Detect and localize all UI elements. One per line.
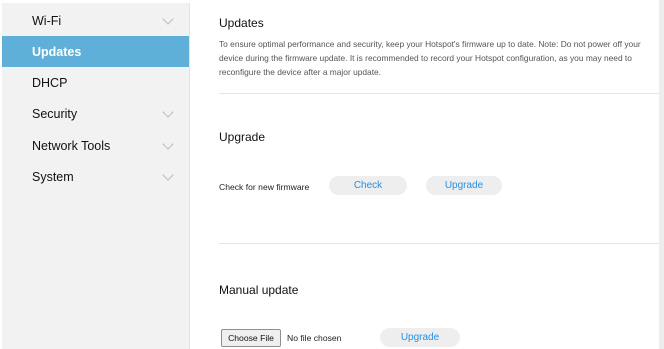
sidebar-item-dhcp[interactable]: DHCP	[2, 67, 189, 98]
updates-title: Updates	[219, 16, 264, 30]
sidebar-item-security[interactable]: Security	[2, 98, 189, 129]
chevron-down-icon	[162, 105, 174, 118]
sidebar: Wi-Fi Updates DHCP Security Network Tool…	[2, 3, 190, 349]
hotspot-settings-page: Wi-Fi Updates DHCP Security Network Tool…	[0, 0, 664, 349]
file-status-text: No file chosen	[287, 333, 342, 343]
check-firmware-label: Check for new firmware	[219, 182, 310, 192]
sidebar-item-wifi[interactable]: Wi-Fi	[2, 5, 189, 36]
divider	[219, 243, 659, 244]
sidebar-item-label: Wi-Fi	[32, 13, 62, 28]
main-content: Updates To ensure optimal performance an…	[219, 0, 659, 349]
sidebar-item-label: System	[32, 169, 74, 184]
sidebar-item-label: DHCP	[32, 75, 68, 90]
check-button[interactable]: Check	[329, 176, 407, 195]
upgrade-title: Upgrade	[219, 130, 266, 144]
scrollbar-track[interactable]	[659, 0, 664, 349]
sidebar-item-label: Security	[32, 106, 78, 121]
upgrade-button[interactable]: Upgrade	[426, 176, 502, 195]
chevron-down-icon	[162, 137, 174, 150]
manual-update-title: Manual update	[219, 283, 299, 297]
sidebar-item-system[interactable]: System	[2, 161, 189, 192]
chevron-down-icon	[162, 12, 174, 25]
updates-description: To ensure optimal performance and securi…	[219, 39, 641, 77]
sidebar-item-updates[interactable]: Updates	[2, 36, 189, 67]
chevron-down-icon	[162, 168, 174, 181]
sidebar-item-label: Network Tools	[32, 138, 111, 153]
sidebar-item-network-tools[interactable]: Network Tools	[2, 130, 189, 161]
divider	[219, 93, 659, 94]
manual-upgrade-button[interactable]: Upgrade	[380, 328, 460, 347]
sidebar-item-label: Updates	[32, 44, 82, 59]
choose-file-button[interactable]: Choose File	[221, 329, 281, 347]
